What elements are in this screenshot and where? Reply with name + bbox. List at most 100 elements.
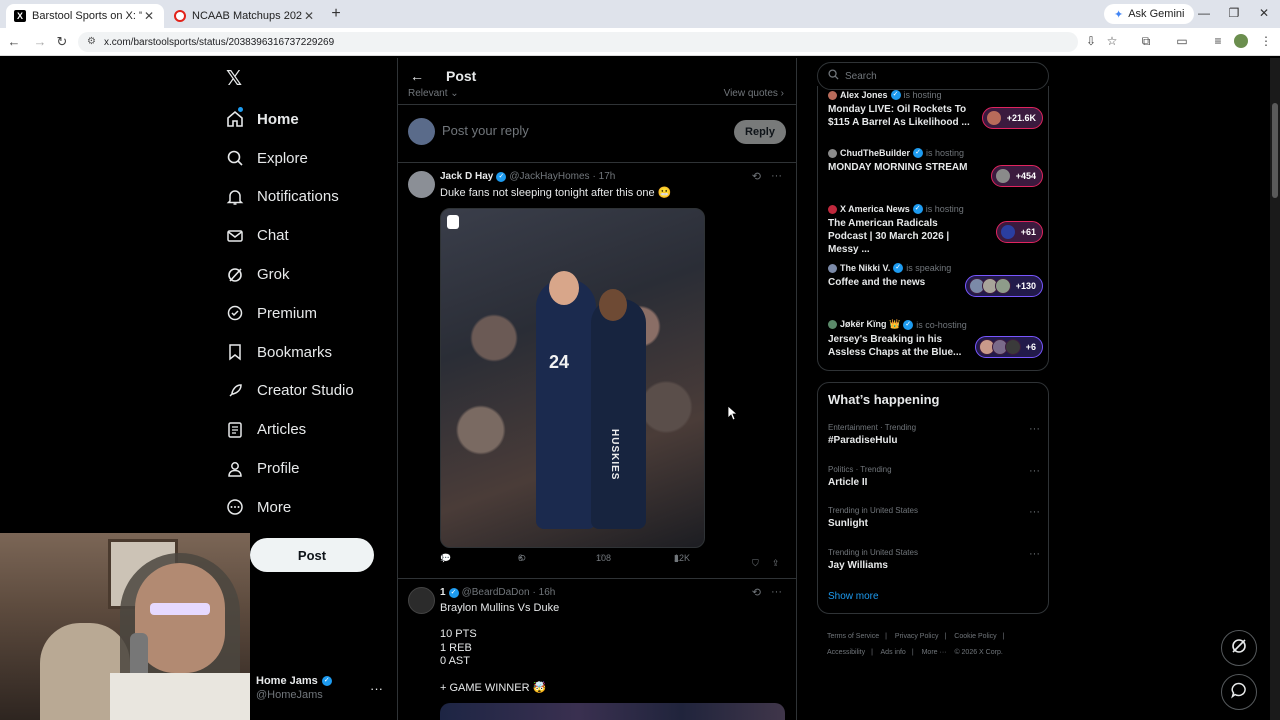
- author-handle[interactable]: @JackHayHomes: [509, 171, 589, 182]
- account-switcher[interactable]: Home Jams ✓ @HomeJams ···: [256, 675, 386, 701]
- browser-menu-icon[interactable]: ⋮: [1258, 34, 1274, 50]
- tab-ncaab[interactable]: NCAAB Matchups 2025-2026 - ✕: [166, 4, 324, 28]
- sidebar-item-home[interactable]: Home: [226, 100, 354, 139]
- back-arrow-icon[interactable]: ←: [410, 68, 426, 84]
- reading-list-icon[interactable]: ≡: [1210, 34, 1226, 50]
- tweet-image[interactable]: 24 HUSKIES: [440, 208, 705, 548]
- sort-relevant[interactable]: Relevant ⌄: [408, 88, 459, 99]
- split-view-icon[interactable]: ▭: [1174, 34, 1190, 50]
- trend-item[interactable]: Politics · Trending Article II ···: [828, 465, 1040, 488]
- trend-item[interactable]: Entertainment · Trending #ParadiseHulu ·…: [828, 423, 1040, 446]
- sidebar-item-profile[interactable]: Profile: [226, 449, 354, 488]
- live-spaces-panel: Alex Jones ✓ is hosting Monday LIVE: Oil R…: [817, 86, 1049, 371]
- trend-item[interactable]: Trending in United States Sunlight ···: [828, 506, 1040, 529]
- footer-link[interactable]: More ···: [922, 649, 947, 656]
- avatar[interactable]: [408, 171, 435, 198]
- close-tab-icon[interactable]: ✕: [142, 9, 156, 23]
- author-name[interactable]: 1: [440, 587, 446, 598]
- sidebar-item-more[interactable]: More: [226, 488, 354, 527]
- home-icon: [226, 110, 244, 128]
- sidebar-item-creator-studio[interactable]: Creator Studio: [226, 372, 354, 411]
- sidebar-item-explore[interactable]: Explore: [226, 139, 354, 178]
- host-status: is speaking: [906, 263, 952, 273]
- grok-fab-button[interactable]: [1221, 630, 1257, 666]
- more-icon[interactable]: ···: [771, 170, 782, 183]
- author-name[interactable]: Jack D Hay: [440, 171, 493, 182]
- trend-name: Jay Williams: [828, 560, 888, 571]
- extensions-icon[interactable]: ⧉: [1138, 34, 1154, 50]
- chat-fab-button[interactable]: [1221, 674, 1257, 710]
- ask-gemini-label: Ask Gemini: [1128, 8, 1185, 20]
- avatar[interactable]: [408, 587, 435, 614]
- more-icon[interactable]: ···: [1029, 506, 1040, 518]
- space-item[interactable]: The Nikki V. ✓ is speaking Coffee and the …: [828, 263, 1043, 297]
- space-item[interactable]: ChudTheBuilder ✓ is hosting MONDAY MORNING…: [828, 148, 1043, 187]
- tweet-meta: Jack D Hay ✓ @JackHayHomes · 17h: [440, 171, 615, 182]
- ask-gemini-button[interactable]: ✦ Ask Gemini: [1104, 4, 1195, 24]
- minimize-icon[interactable]: —: [1196, 6, 1212, 20]
- close-window-icon[interactable]: ✕: [1256, 6, 1272, 20]
- section-title: What’s happening: [828, 392, 940, 407]
- grok-icon[interactable]: ⟲: [752, 170, 761, 183]
- bookmark-icon[interactable]: ⛉: [752, 558, 759, 569]
- account-more-icon[interactable]: ···: [370, 681, 383, 696]
- more-icon[interactable]: ···: [1029, 423, 1040, 435]
- more-icon[interactable]: ···: [1029, 465, 1040, 477]
- reply-button[interactable]: Reply: [734, 120, 786, 144]
- footer-link[interactable]: Terms of Service: [827, 633, 879, 640]
- trend-item[interactable]: Trending in United States Jay Williams ·…: [828, 548, 1040, 571]
- back-icon[interactable]: ←: [6, 34, 22, 49]
- mouse-cursor-icon: [727, 405, 737, 421]
- tweet-image[interactable]: [440, 703, 785, 720]
- install-app-icon[interactable]: ⇩: [1083, 34, 1099, 50]
- space-item[interactable]: Alex Jones ✓ is hosting Monday LIVE: Oil R…: [828, 90, 1043, 129]
- player-head: [549, 271, 579, 305]
- jersey-text: HUSKIES: [609, 429, 620, 481]
- x-logo[interactable]: 𝕏: [226, 66, 242, 91]
- sidebar-item-premium[interactable]: Premium: [226, 294, 354, 333]
- tab-title: Barstool Sports on X: "THE UCC: [32, 10, 142, 22]
- grok-icon[interactable]: ⟲: [752, 586, 761, 599]
- more-icon[interactable]: ···: [771, 586, 782, 599]
- close-tab-icon[interactable]: ✕: [302, 9, 316, 23]
- forward-icon[interactable]: →: [32, 34, 48, 49]
- verified-icon: ✓: [448, 587, 459, 598]
- bookmark-star-icon[interactable]: ☆: [1104, 34, 1120, 50]
- restore-icon[interactable]: ❐: [1226, 6, 1242, 20]
- footer-link[interactable]: Privacy Policy: [895, 633, 939, 640]
- url-field[interactable]: ⚙ x.com/barstoolsports/status/2038396316…: [78, 32, 1078, 52]
- player-head: [599, 289, 627, 321]
- sidebar-item-grok[interactable]: Grok: [226, 255, 354, 294]
- host-name: The Nikki V.: [840, 263, 891, 273]
- new-tab-button[interactable]: +: [328, 5, 344, 23]
- person-shirt: [110, 673, 250, 720]
- author-handle[interactable]: @BeardDaDon: [462, 587, 530, 598]
- tab-barstool[interactable]: X Barstool Sports on X: "THE UCC ✕: [6, 4, 164, 28]
- share-icon[interactable]: ⇪: [772, 558, 780, 569]
- space-item[interactable]: Jøkër Kïng 👑 ✓ is co-hosting Jersey's Brea…: [828, 319, 1043, 359]
- listener-count: +6: [1025, 342, 1036, 352]
- sidebar-item-notifications[interactable]: Notifications: [226, 178, 354, 217]
- more-icon[interactable]: ···: [1029, 548, 1040, 560]
- reply-input[interactable]: Post your reply: [442, 123, 529, 138]
- verified-icon: ✓: [890, 90, 901, 100]
- space-item[interactable]: X America News ✓ is hosting The American R…: [828, 204, 1043, 256]
- reload-icon[interactable]: ↻: [54, 34, 70, 50]
- sidebar-item-bookmarks[interactable]: Bookmarks: [226, 333, 354, 372]
- listener-pill: +454: [990, 165, 1043, 187]
- mail-icon: [226, 227, 244, 245]
- tweet-line: 10 PTS: [440, 628, 477, 640]
- site-info-icon[interactable]: ⚙: [87, 36, 96, 47]
- scrollbar-thumb[interactable]: [1272, 103, 1278, 198]
- profile-avatar[interactable]: [1234, 34, 1248, 48]
- footer-link[interactable]: Cookie Policy: [954, 633, 996, 640]
- sidebar-item-articles[interactable]: Articles: [226, 410, 354, 449]
- view-quotes-link[interactable]: View quotes ›: [724, 88, 784, 99]
- post-button[interactable]: Post: [250, 538, 374, 572]
- sidebar-item-chat[interactable]: Chat: [226, 216, 354, 255]
- host-name: ChudTheBuilder: [840, 148, 910, 158]
- page-scrollbar[interactable]: [1270, 58, 1280, 720]
- show-more-link[interactable]: Show more: [828, 591, 879, 602]
- footer-link[interactable]: Ads info: [881, 649, 906, 656]
- footer-link[interactable]: Accessibility: [827, 649, 865, 656]
